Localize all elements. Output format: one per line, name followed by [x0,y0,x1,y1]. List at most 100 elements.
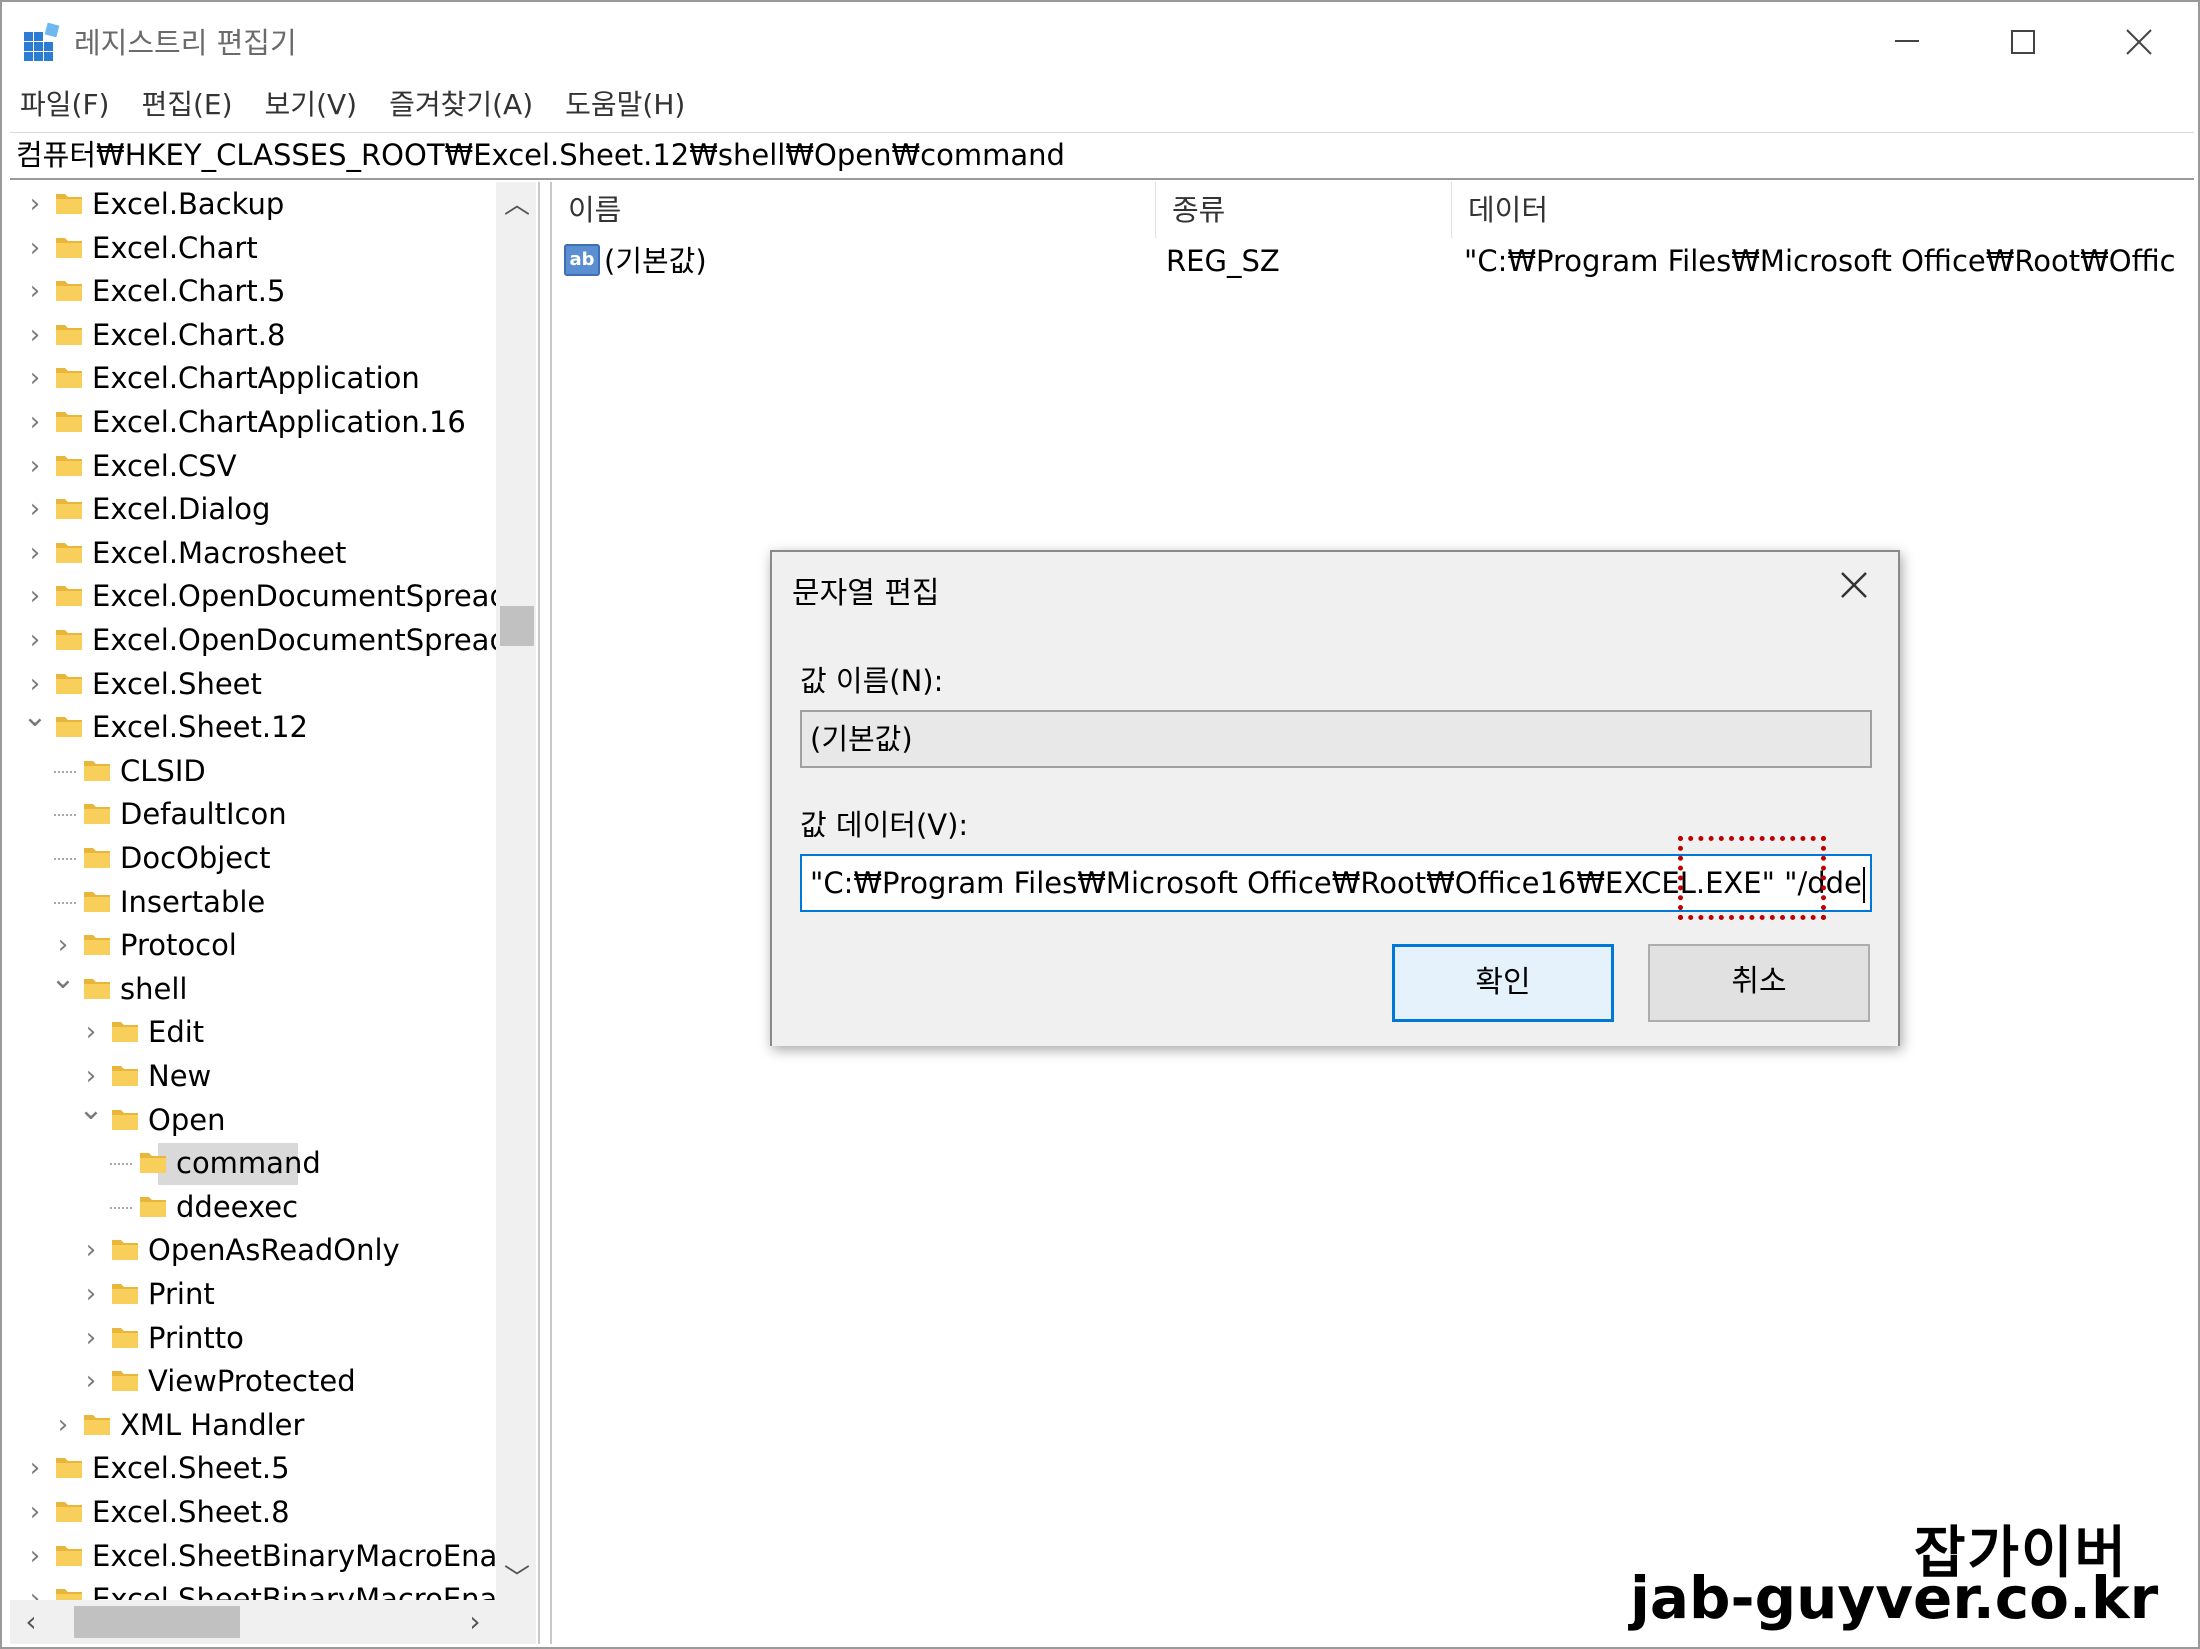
tree-node[interactable]: › Excel.Sheet.5 [10,1446,510,1490]
tree-node-label: Excel.Macrosheet [92,535,347,570]
scroll-up-arrow-icon[interactable]: ︿ [500,188,534,222]
column-header-type[interactable]: 종류 [1156,182,1452,238]
cancel-button[interactable]: 취소 [1648,944,1870,1022]
chevron-right-icon[interactable]: › [22,1496,48,1528]
chevron-right-icon[interactable]: › [22,624,48,656]
scroll-left-arrow-icon[interactable]: ‹ [14,1606,48,1638]
tree-connector-line [110,1163,132,1166]
tree-vertical-scrollbar[interactable] [496,182,536,1600]
menu-edit[interactable]: 편집(E) [123,82,232,134]
chevron-right-icon[interactable]: › [78,1016,104,1048]
folder-icon [54,450,84,480]
maximize-button[interactable] [1978,12,2068,72]
tree-node-label: shell [120,971,188,1006]
scroll-right-arrow-icon[interactable]: › [458,1606,492,1638]
folder-icon [54,580,84,610]
minimize-button[interactable] [1862,12,1952,72]
tree-node[interactable]: › Excel.SheetBinaryMacroEnab [10,1534,516,1578]
ok-button[interactable]: 확인 [1392,944,1614,1022]
chevron-right-icon[interactable]: › [22,188,48,220]
tree-node[interactable]: › Excel.OpenDocumentSpread [10,618,510,662]
tree-node[interactable]: › Excel.Backup [10,182,510,226]
tree-node[interactable]: › Edit [10,1010,510,1054]
chevron-right-icon[interactable]: › [22,450,48,482]
registry-key-tree: › Excel.Backup › Excel.Chart › Excel.Chart.5 ›… [10,182,538,1644]
chevron-right-icon[interactable]: › [22,493,48,525]
pane-splitter[interactable] [538,182,552,1644]
chevron-right-icon[interactable]: › [22,275,48,307]
tree-node[interactable]: › Protocol [10,923,510,967]
chevron-right-icon[interactable]: › [22,537,48,569]
tree-node[interactable]: command [10,1141,510,1186]
chevron-right-icon[interactable]: › [78,1322,104,1354]
folder-icon [138,1147,168,1177]
chevron-right-icon[interactable]: › [22,1452,48,1484]
chevron-right-icon[interactable]: › [22,232,48,264]
chevron-right-icon[interactable]: › [22,580,48,612]
tree-node[interactable]: › Excel.Sheet [10,662,510,706]
tree-node[interactable]: › Excel.Chart.8 [10,313,510,357]
tree-node[interactable]: › Printto [10,1316,510,1360]
tree-node[interactable]: › Excel.Chart [10,226,510,270]
close-button[interactable] [2094,12,2184,72]
tree-node[interactable]: › Excel.CSV [10,444,510,488]
tree-vertical-scroll-thumb[interactable] [500,606,534,646]
tree-node-label: New [148,1059,212,1093]
tree-node[interactable]: ⌄ Open [10,1093,510,1142]
highlight-annotation-box [1678,836,1826,920]
tree-node[interactable]: › Excel.Dialog [10,487,510,531]
chevron-right-icon[interactable]: › [78,1278,104,1310]
folder-icon [54,406,84,436]
menu-help[interactable]: 도움말(H) [547,82,685,134]
chevron-right-icon[interactable]: › [50,929,76,961]
menu-view[interactable]: 보기(V) [247,82,358,134]
chevron-right-icon[interactable]: › [50,1409,76,1441]
folder-icon [138,1191,168,1221]
chevron-down-icon[interactable]: ⌄ [50,962,76,995]
registry-editor-window: 레지스트리 편집기 파일(F) 편집(E) 보기(V) 즐겨찾기(A) 도움말(… [0,0,2200,1649]
tree-node[interactable]: Insertable [10,880,510,924]
scroll-down-arrow-icon[interactable]: ﹀ [500,1562,534,1596]
chevron-right-icon[interactable]: › [78,1060,104,1092]
chevron-right-icon[interactable]: › [22,668,48,700]
chevron-right-icon[interactable]: › [22,319,48,351]
tree-node-label: Excel.Backup [92,187,285,221]
dialog-close-button[interactable] [1824,560,1884,616]
column-header-data[interactable]: 데이터 [1452,182,2176,238]
tree-node[interactable]: › Print [10,1272,510,1316]
chevron-down-icon[interactable]: ⌄ [22,701,48,733]
address-bar[interactable]: 컴퓨터₩HKEY_CLASSES_ROOT₩Excel.Sheet.12₩she… [10,132,2194,180]
tree-node[interactable]: › OpenAsReadOnly [10,1228,510,1272]
chevron-down-icon[interactable]: ⌄ [78,1093,104,1126]
chevron-right-icon[interactable]: › [22,1540,48,1572]
tree-node[interactable]: › Excel.Sheet.8 [10,1490,510,1534]
tree-connector-line [54,858,76,860]
menu-file[interactable]: 파일(F) [2,82,109,134]
tree-node-label: Excel.ChartApplication [92,361,420,396]
chevron-right-icon[interactable]: › [22,362,48,394]
tree-node-label: DefaultIcon [120,797,287,832]
chevron-right-icon[interactable]: › [78,1234,104,1266]
tree-node[interactable]: › ViewProtected [10,1359,510,1403]
value-name-text: (기본값) [810,722,913,756]
chevron-right-icon[interactable]: › [22,406,48,438]
tree-node[interactable]: › Excel.Chart.5 [10,269,510,313]
tree-node[interactable]: › Excel.ChartApplication.16 [10,400,510,444]
tree-node[interactable]: ddeexec [10,1185,510,1229]
tree-node[interactable]: CLSID [10,749,510,793]
tree-node[interactable]: › Excel.Macrosheet [10,531,510,575]
tree-node[interactable]: ⌄ Excel.Sheet.12 [10,701,510,749]
chevron-right-icon[interactable]: › [78,1365,104,1397]
value-name-cell[interactable]: (기본값) [604,238,1144,284]
tree-node[interactable]: DocObject [10,836,510,880]
tree-node[interactable]: › XML Handler [10,1403,510,1447]
tree-node[interactable]: › Excel.OpenDocumentSpread [10,574,510,618]
menu-favorites[interactable]: 즐겨찾기(A) [371,82,533,134]
folder-icon [54,188,84,218]
tree-horizontal-scroll-thumb[interactable] [74,1606,240,1638]
tree-node[interactable]: › Excel.ChartApplication [10,356,510,400]
tree-node[interactable]: DefaultIcon [10,792,510,836]
text-caret [1862,867,1865,903]
tree-node[interactable]: ⌄ shell [10,962,510,1011]
column-header-name[interactable]: 이름 [552,182,1156,238]
